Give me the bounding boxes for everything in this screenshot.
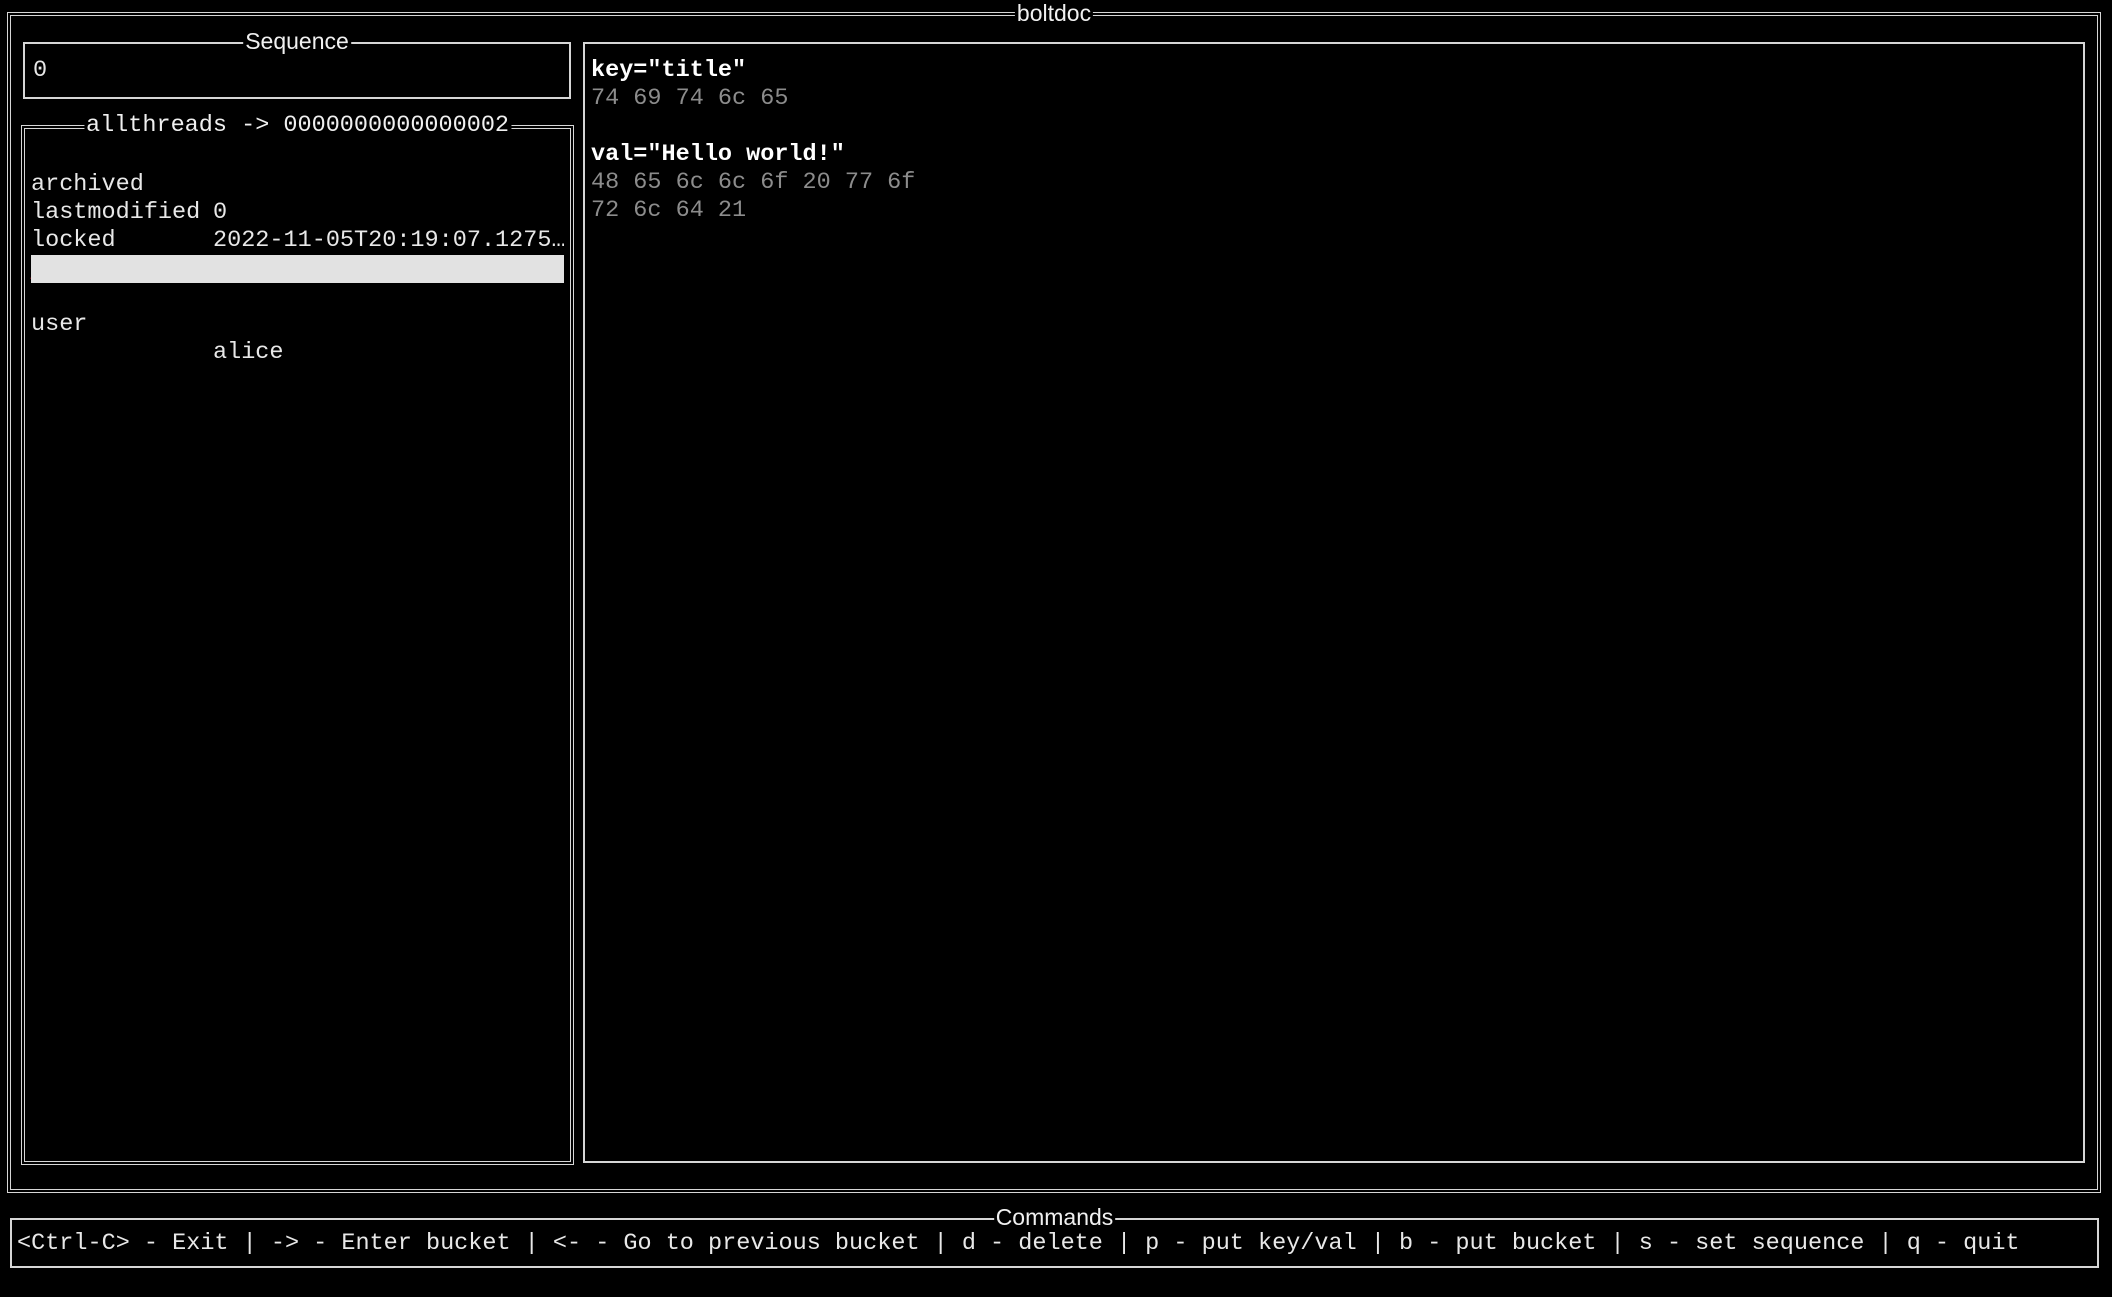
item-value: alice	[213, 339, 284, 366]
value-label: val="Hello world!"	[591, 141, 845, 168]
list-item-archived[interactable]: archived 0	[31, 143, 564, 226]
item-value: Hello world!	[213, 311, 383, 338]
bucket-panel[interactable]: allthreads -> 0000000000000002 archived …	[21, 112, 574, 1165]
sequence-title: Sequence	[243, 27, 351, 55]
detail-panel: key="title" 74 69 74 6c 65 val="Hello wo…	[583, 42, 2085, 1163]
sequence-value[interactable]: 0	[33, 57, 47, 85]
bucket-path-title: allthreads -> 0000000000000002	[83, 112, 512, 140]
app-title: boltdoc	[1014, 0, 1094, 27]
item-key: user	[31, 311, 88, 338]
list-item-lastmodified[interactable]: lastmodified 2022-11-05T20:19:07.1275…	[31, 171, 564, 254]
key-hex: 74 69 74 6c 65	[591, 85, 789, 112]
list-item-locked[interactable]: locked 0	[31, 199, 564, 282]
value-hex-line: 72 6c 64 21	[591, 197, 747, 224]
commands-help: <Ctrl-C> - Exit | -> - Enter bucket | <-…	[17, 1230, 2020, 1257]
sequence-panel[interactable]: Sequence 0	[23, 27, 571, 99]
key-label: key="title"	[591, 57, 747, 84]
commands-bar: Commands <Ctrl-C> - Exit | -> - Enter bu…	[10, 1203, 2099, 1268]
list-item-title-selected[interactable]: title Hello world!	[31, 255, 564, 338]
list-item-posts-bucket[interactable]: posts	[31, 227, 564, 282]
value-hex-line: 48 65 6c 6c 6f 20 77 6f	[591, 169, 916, 196]
commands-title: Commands	[993, 1203, 1116, 1231]
list-item-user[interactable]: user alice	[31, 283, 564, 366]
